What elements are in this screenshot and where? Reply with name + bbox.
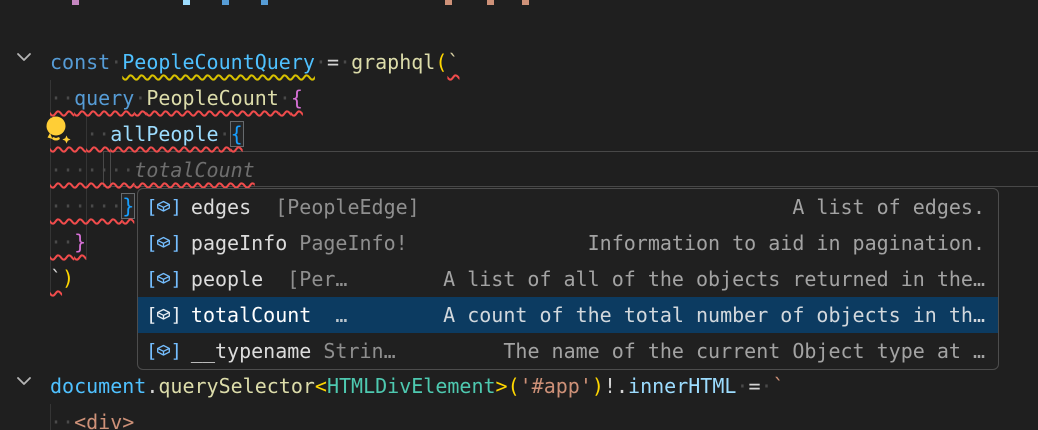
code-token: query [74, 86, 134, 110]
clipped-code-fragment [183, 0, 190, 5]
suggest-item-description: A list of all of the objects returned in… [423, 267, 985, 291]
suggest-item-pageInfo[interactable]: [ ] pageInfo PageInfo! Information to ai… [138, 225, 998, 261]
clipped-code-fragment [522, 0, 529, 5]
code-token: ` [447, 50, 459, 74]
code-token: ! [604, 374, 616, 398]
code-token: document [50, 374, 146, 398]
code-token: · [761, 374, 773, 398]
suggest-item-type: PageInfo! [287, 231, 407, 255]
code-token: } [122, 194, 134, 218]
ghost-text-suggestion: totalCount [134, 158, 254, 182]
suggest-item-totalCount[interactable]: [ ] totalCount … A count of the total nu… [138, 297, 998, 333]
code-token: · [279, 86, 291, 110]
code-token: ·· [50, 230, 74, 254]
code-token: · [736, 374, 748, 398]
code-token: { [291, 86, 303, 110]
line-close-brace-inner: ······} [50, 188, 134, 224]
suggest-item-type: [Per… [263, 267, 347, 291]
code-token: { [231, 122, 243, 146]
code-token: '#app' [520, 374, 592, 398]
code-token: HTMLDivElement [327, 374, 496, 398]
code-token: . [146, 374, 158, 398]
suggest-item-label: totalCount [191, 303, 311, 327]
suggest-widget: [ ] edges [PeopleEdge] A list of edges. … [137, 188, 999, 370]
symbol-field-icon: [ ] [146, 198, 182, 217]
symbol-field-icon: [ ] [146, 342, 182, 361]
suggest-item-type: … [311, 303, 347, 327]
code-editor[interactable]: const·PeopleCountQuery·=·graphql(`··quer… [0, 0, 1038, 430]
suggest-item-people[interactable]: [ ] people [Per… A list of all of the ob… [138, 261, 998, 297]
code-token: innerHTML [628, 374, 736, 398]
chevron-down-icon[interactable] [15, 373, 33, 389]
code-token: const [50, 50, 110, 74]
suggest-item-description: Information to aid in pagination. [568, 231, 985, 255]
line-close-brace-outer: ··} [50, 224, 86, 260]
suggest-item-__typename[interactable]: [ ] __typename Strin… The name of the cu… [138, 333, 998, 369]
code-token: ·· [86, 122, 110, 146]
code-token: ( [435, 50, 447, 74]
clipped-code-fragment [445, 0, 452, 5]
code-token: · [315, 50, 327, 74]
clipped-code-fragment [72, 0, 79, 5]
code-token: = [327, 50, 339, 74]
clipped-code-fragment [487, 0, 494, 5]
code-token: PeopleCountQuery [122, 50, 315, 74]
code-token: ·· [50, 410, 74, 430]
suggest-item-description: The name of the current Object type at … [483, 339, 985, 363]
symbol-field-icon: [ ] [146, 234, 182, 253]
suggest-item-label: edges [191, 195, 251, 219]
clipped-code-fragment [261, 0, 268, 5]
code-token: > [496, 374, 508, 398]
code-token: · [339, 50, 351, 74]
line-template-close: `) [50, 260, 74, 296]
suggest-item-description: A count of the total number of objects i… [423, 303, 985, 327]
code-token: allPeople [110, 122, 218, 146]
suggest-item-edges[interactable]: [ ] edges [PeopleEdge] A list of edges. [138, 189, 998, 225]
code-token: ·· [50, 86, 74, 110]
chevron-down-icon[interactable] [15, 49, 33, 65]
suggest-item-label: pageInfo [191, 231, 287, 255]
line-div-open: ··<div> [50, 404, 134, 430]
code-token: ······· [50, 158, 134, 182]
code-token: < [315, 374, 327, 398]
suggest-item-type: Strin… [311, 339, 395, 363]
suggest-item-label: __typename [191, 339, 311, 363]
code-token: = [748, 374, 760, 398]
line-const-declaration: const·PeopleCountQuery·=·graphql(` [50, 44, 459, 80]
symbol-field-icon: [ ] [146, 306, 182, 325]
code-token: ) [592, 374, 604, 398]
code-token: . [616, 374, 628, 398]
line-query-peoplecount: ··query·PeopleCount·{ [50, 80, 303, 116]
code-token: ( [508, 374, 520, 398]
clipped-code-fragment [222, 0, 229, 5]
suggest-item-type: [PeopleEdge] [251, 195, 420, 219]
code-token: ` [773, 374, 785, 398]
code-token: · [134, 86, 146, 110]
code-token: · [110, 50, 122, 74]
lightbulb-sparkle-icon[interactable] [43, 114, 75, 148]
code-token: · [219, 122, 231, 146]
code-token: ······ [50, 194, 122, 218]
code-token: graphql [351, 50, 435, 74]
code-token: querySelector [158, 374, 315, 398]
line-ghost-totalcount: ·······totalCount [50, 152, 255, 188]
code-token: <div> [74, 410, 134, 430]
suggest-item-description: A list of edges. [772, 195, 985, 219]
suggest-item-label: people [191, 267, 263, 291]
line-allpeople: ··allPeople·{ [50, 116, 243, 152]
line-queryselector: document.querySelector<HTMLDivElement>('… [50, 368, 785, 404]
code-token: ) [62, 266, 74, 290]
code-token: ` [50, 266, 62, 290]
code-token: PeopleCount [146, 86, 278, 110]
code-token: } [74, 230, 86, 254]
symbol-field-icon: [ ] [146, 270, 182, 289]
